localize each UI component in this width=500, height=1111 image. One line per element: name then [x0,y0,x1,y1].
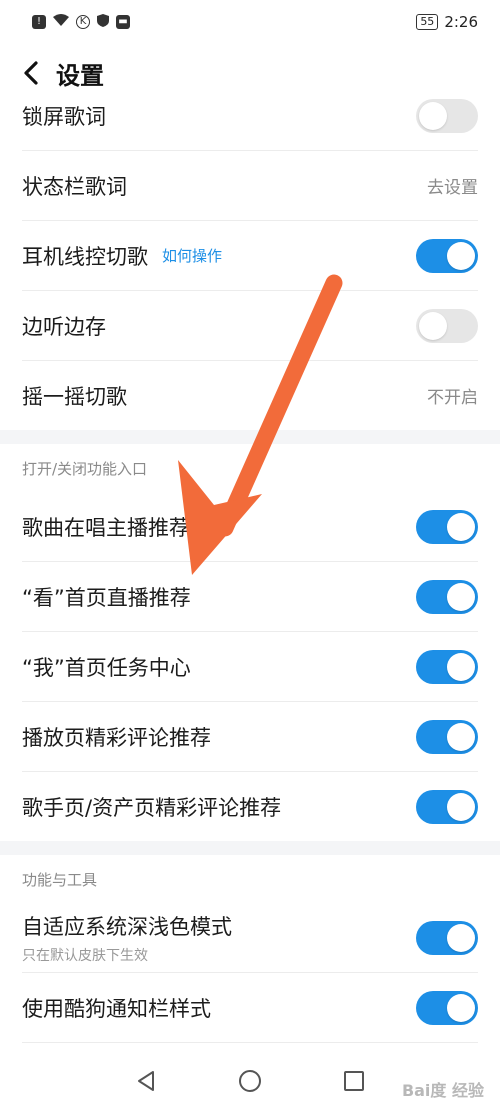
setting-label: 摇一摇切歌 [22,384,127,409]
section-divider [0,841,500,855]
label-group: 自适应系统深浅色模式 只在默认皮肤下生效 [22,911,232,965]
nav-recents-button[interactable] [342,1069,366,1093]
status-icons-left: ! K ▬ [32,13,130,32]
singing-anchor-toggle[interactable] [416,509,478,544]
clock: 2:26 [444,13,478,31]
setting-row-my-task-center[interactable]: “我”首页任务中心 [22,632,478,702]
lockscreen-lyrics-toggle[interactable] [416,99,478,133]
status-icons-right: 55 2:26 [416,13,478,31]
my-task-center-toggle[interactable] [416,649,478,684]
setting-label: 歌手页/资产页精彩评论推荐 [22,795,282,820]
setting-label: 耳机线控切歌 [22,244,148,269]
toggle-knob [447,722,475,751]
baidu-watermark: Bai度 经验 [401,1081,484,1100]
setting-label: 锁屏歌词 [22,105,106,129]
nav-back-button[interactable] [134,1069,158,1093]
listen-save-toggle[interactable] [416,308,478,343]
singer-comments-toggle[interactable] [416,789,478,824]
settings-list: 锁屏歌词 状态栏歌词 去设置 耳机线控切歌 如何操作 边听边存 摇一摇切歌 不开… [0,82,500,1043]
setting-row-lockscreen-lyrics[interactable]: 锁屏歌词 [22,82,478,151]
status-bar: ! K ▬ 55 2:26 [0,0,500,44]
setting-row-singing-anchor[interactable]: 歌曲在唱主播推荐 [22,492,478,562]
setting-row-headset-control[interactable]: 耳机线控切歌 如何操作 [22,221,478,291]
toggle-knob [447,792,475,821]
k-app-icon: K [76,15,90,29]
headset-control-toggle[interactable] [416,238,478,273]
player-comments-toggle[interactable] [416,719,478,754]
shield-icon [96,13,110,32]
setting-row-statusbar-lyrics[interactable]: 状态栏歌词 去设置 [22,151,478,221]
label-group: 耳机线控切歌 如何操作 [22,241,222,271]
setting-label: 自适应系统深浅色模式 [22,914,232,939]
toggle-knob [447,241,475,270]
section-title-tools: 功能与工具 [22,870,98,889]
setting-row-listen-save[interactable]: 边听边存 [22,291,478,361]
battery-icon: 55 [416,14,439,30]
setting-label: 边听边存 [22,314,106,339]
setting-row-shake-switch[interactable]: 摇一摇切歌 不开启 [22,361,478,430]
toggle-knob [419,311,447,340]
wifi-icon [52,13,70,31]
toggle-knob [447,993,475,1022]
section-divider [0,430,500,444]
setting-subtext: 只在默认皮肤下生效 [22,947,148,964]
alert-icon: ! [32,15,46,29]
setting-row-singer-comments[interactable]: 歌手页/资产页精彩评论推荐 [22,772,478,841]
setting-label: 歌曲在唱主播推荐 [22,515,190,540]
toggle-knob [419,102,447,130]
setting-value[interactable]: 去设置 [427,173,478,198]
toggle-knob [447,582,475,611]
section-title-entry: 打开/关闭功能入口 [22,459,148,478]
setting-label: 状态栏歌词 [22,174,127,199]
setting-label: “我”首页任务中心 [22,655,191,680]
dark-mode-toggle[interactable] [416,920,478,955]
setting-row-player-comments[interactable]: 播放页精彩评论推荐 [22,702,478,772]
look-live-toggle[interactable] [416,579,478,614]
toggle-knob [447,652,475,681]
app-notification-icon: ▬ [116,15,130,29]
nav-home-button[interactable] [238,1069,262,1093]
how-to-link[interactable]: 如何操作 [162,245,222,266]
setting-row-dark-mode[interactable]: 自适应系统深浅色模式 只在默认皮肤下生效 [22,903,478,973]
circle-home-icon [239,1069,261,1092]
toggle-knob [447,512,475,541]
setting-value[interactable]: 不开启 [427,383,478,408]
setting-label: “看”首页直播推荐 [22,585,191,610]
setting-row-look-live[interactable]: “看”首页直播推荐 [22,562,478,632]
notification-style-toggle[interactable] [416,990,478,1025]
setting-row-notification-style[interactable]: 使用酷狗通知栏样式 [22,973,478,1043]
toggle-knob [447,923,475,952]
triangle-back-icon [138,1070,154,1091]
square-recents-icon [344,1070,364,1091]
setting-label: 播放页精彩评论推荐 [22,725,211,750]
setting-label: 使用酷狗通知栏样式 [22,996,211,1021]
